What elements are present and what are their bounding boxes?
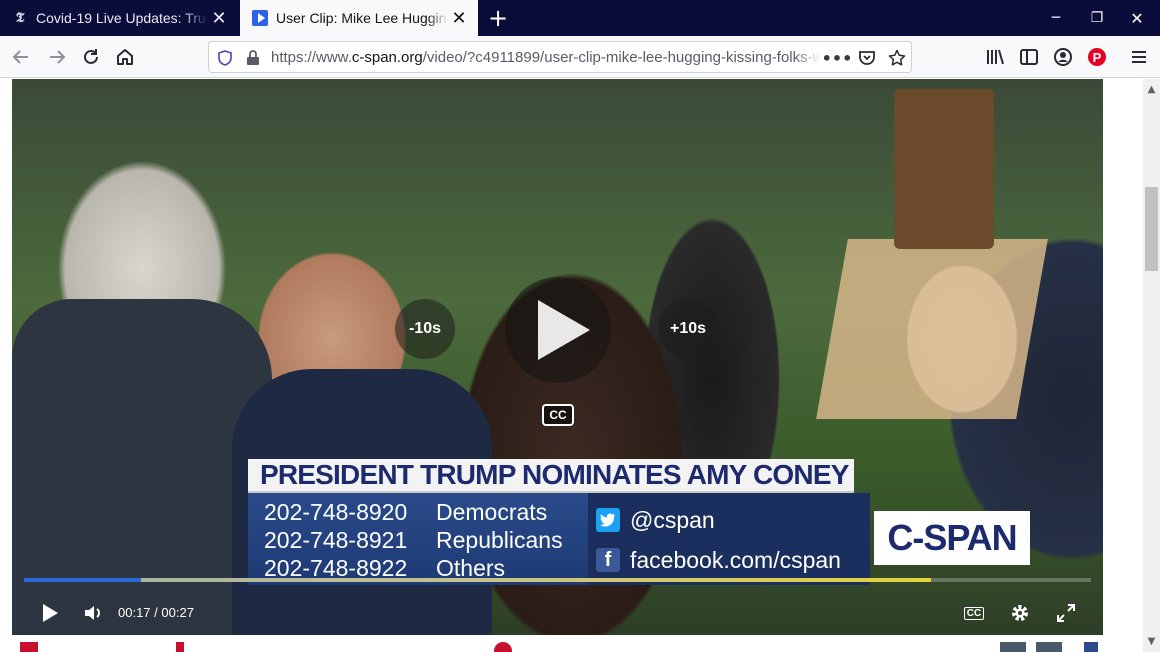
app-menu-button[interactable] bbox=[1124, 42, 1154, 72]
nyt-favicon: 𝕿 bbox=[15, 10, 25, 26]
mute-button[interactable] bbox=[80, 599, 108, 627]
video-scene-podium bbox=[894, 89, 994, 249]
url-text: https://www.c-span.org/video/?c4911899/u… bbox=[271, 49, 821, 66]
settings-button[interactable] bbox=[1006, 599, 1034, 627]
close-window-button[interactable]: ✕ bbox=[1114, 0, 1160, 36]
library-icon bbox=[987, 49, 1004, 65]
phone-label: Democrats bbox=[436, 499, 548, 525]
home-button[interactable] bbox=[110, 42, 140, 72]
back-button[interactable] bbox=[6, 42, 36, 72]
home-icon bbox=[117, 49, 133, 65]
close-tab-icon[interactable]: ✕ bbox=[448, 7, 470, 29]
lower-third-phone-lines: 202-748-8920 Democrats 202-748-8921 Repu… bbox=[248, 493, 588, 585]
sidebar-icon bbox=[1020, 49, 1038, 65]
volume-icon bbox=[85, 606, 100, 620]
library-button[interactable] bbox=[980, 42, 1010, 72]
cspan-favicon bbox=[252, 10, 268, 26]
rewind-10s-button[interactable]: -10s bbox=[395, 299, 455, 359]
duration: 00:27 bbox=[161, 605, 194, 620]
lower-third-headline: PRESIDENT TRUMP NOMINATES AMY CONEY BARR… bbox=[248, 459, 854, 493]
sidebar-button[interactable] bbox=[1014, 42, 1044, 72]
fullscreen-button[interactable] bbox=[1052, 599, 1080, 627]
page-actions-menu-icon[interactable]: ••• bbox=[822, 48, 853, 68]
forward-button[interactable] bbox=[42, 42, 72, 72]
account-button[interactable] bbox=[1048, 42, 1078, 72]
video-player[interactable]: PRESIDENT TRUMP NOMINATES AMY CONEY BARR… bbox=[12, 79, 1103, 635]
buffered-range bbox=[24, 578, 931, 582]
cspan-logo: C-SPAN bbox=[874, 511, 1030, 565]
url-prefix: https://www. bbox=[271, 49, 352, 66]
reload-button[interactable] bbox=[76, 42, 106, 72]
partial-icon bbox=[1084, 642, 1098, 652]
address-bar[interactable]: https://www.c-span.org/video/?c4911899/u… bbox=[208, 41, 912, 73]
video-scene-stage bbox=[816, 239, 1048, 419]
video-progress-bar[interactable] bbox=[24, 578, 1091, 582]
pinterest-icon: P bbox=[1088, 48, 1106, 66]
fullscreen-icon bbox=[1057, 604, 1075, 622]
scroll-down-arrow-icon[interactable]: ▼ bbox=[1143, 633, 1160, 650]
tab-covid-updates[interactable]: 𝕿 Covid-19 Live Updates: Trump’s ✕ bbox=[0, 0, 238, 36]
captions-button[interactable]: CC bbox=[960, 599, 988, 627]
navigation-toolbar: https://www.c-span.org/video/?c4911899/u… bbox=[0, 36, 1160, 78]
phone-number: 202-748-8920 bbox=[264, 499, 408, 525]
captions-icon: CC bbox=[963, 606, 985, 620]
page-content: PRESIDENT TRUMP NOMINATES AMY CONEY BARR… bbox=[0, 79, 1143, 652]
tab-cspan-clip[interactable]: User Clip: Mike Lee Hugging an ✕ bbox=[240, 0, 478, 36]
played-range bbox=[24, 578, 142, 582]
pocket-icon[interactable] bbox=[857, 48, 877, 68]
hamburger-menu-icon bbox=[1132, 51, 1146, 63]
page-scrollbar[interactable]: ▲ ▼ bbox=[1143, 79, 1160, 652]
time-display: 00:17 / 00:27 bbox=[118, 605, 194, 620]
facebook-icon: f bbox=[596, 548, 620, 572]
partial-icon bbox=[176, 642, 184, 652]
lock-icon[interactable] bbox=[243, 48, 263, 68]
below-video-strip bbox=[0, 636, 1143, 652]
play-button[interactable] bbox=[36, 599, 64, 627]
tab-title: User Clip: Mike Lee Hugging an bbox=[276, 10, 448, 26]
twitter-handle-text: @cspan bbox=[630, 506, 715, 533]
facebook-handle-text: facebook.com/cspan bbox=[630, 546, 841, 573]
close-tab-icon[interactable]: ✕ bbox=[208, 7, 230, 29]
phone-line: 202-748-8920 Democrats bbox=[264, 499, 547, 526]
minimize-button[interactable]: ─ bbox=[1033, 0, 1079, 36]
social-handle: f facebook.com/cspan bbox=[596, 545, 841, 575]
back-arrow-icon bbox=[12, 50, 28, 64]
tab-strip: 𝕿 Covid-19 Live Updates: Trump’s ✕ User … bbox=[0, 0, 1160, 36]
bookmark-star-icon[interactable] bbox=[887, 48, 907, 68]
pinterest-extension-button[interactable]: P bbox=[1082, 42, 1112, 72]
phone-label: Republicans bbox=[436, 527, 563, 553]
partial-logo-mark bbox=[20, 642, 38, 652]
reload-icon bbox=[84, 49, 98, 64]
time-separator: / bbox=[154, 605, 158, 620]
new-tab-button[interactable]: + bbox=[484, 4, 512, 32]
forward-arrow-icon bbox=[50, 50, 66, 64]
scrollbar-thumb[interactable] bbox=[1145, 187, 1158, 271]
current-time: 00:17 bbox=[118, 605, 151, 620]
svg-text:P: P bbox=[1093, 50, 1102, 65]
play-icon bbox=[43, 604, 58, 622]
phone-line: 202-748-8921 Republicans bbox=[264, 527, 563, 554]
phone-number: 202-748-8921 bbox=[264, 527, 408, 553]
closed-captions-overlay-icon[interactable]: CC bbox=[542, 404, 574, 426]
tab-title: Covid-19 Live Updates: Trump’s bbox=[36, 10, 208, 26]
gear-icon bbox=[1012, 605, 1028, 621]
partial-button bbox=[1036, 642, 1062, 652]
url-domain: c-span.org bbox=[351, 49, 423, 66]
big-play-button[interactable] bbox=[505, 277, 611, 383]
tracking-protection-shield-icon[interactable] bbox=[215, 48, 235, 68]
lower-third-social: @cspan f facebook.com/cspan bbox=[588, 493, 870, 585]
scroll-up-arrow-icon[interactable]: ▲ bbox=[1143, 81, 1160, 98]
partial-button bbox=[1000, 642, 1026, 652]
account-icon bbox=[1054, 48, 1072, 66]
social-handle: @cspan bbox=[596, 505, 715, 535]
partial-pinterest-icon bbox=[494, 642, 512, 652]
url-path: /video/?c4911899/user-clip-mike-lee-hugg… bbox=[422, 49, 821, 66]
twitter-icon bbox=[596, 508, 620, 532]
forward-10s-button[interactable]: +10s bbox=[658, 299, 718, 359]
